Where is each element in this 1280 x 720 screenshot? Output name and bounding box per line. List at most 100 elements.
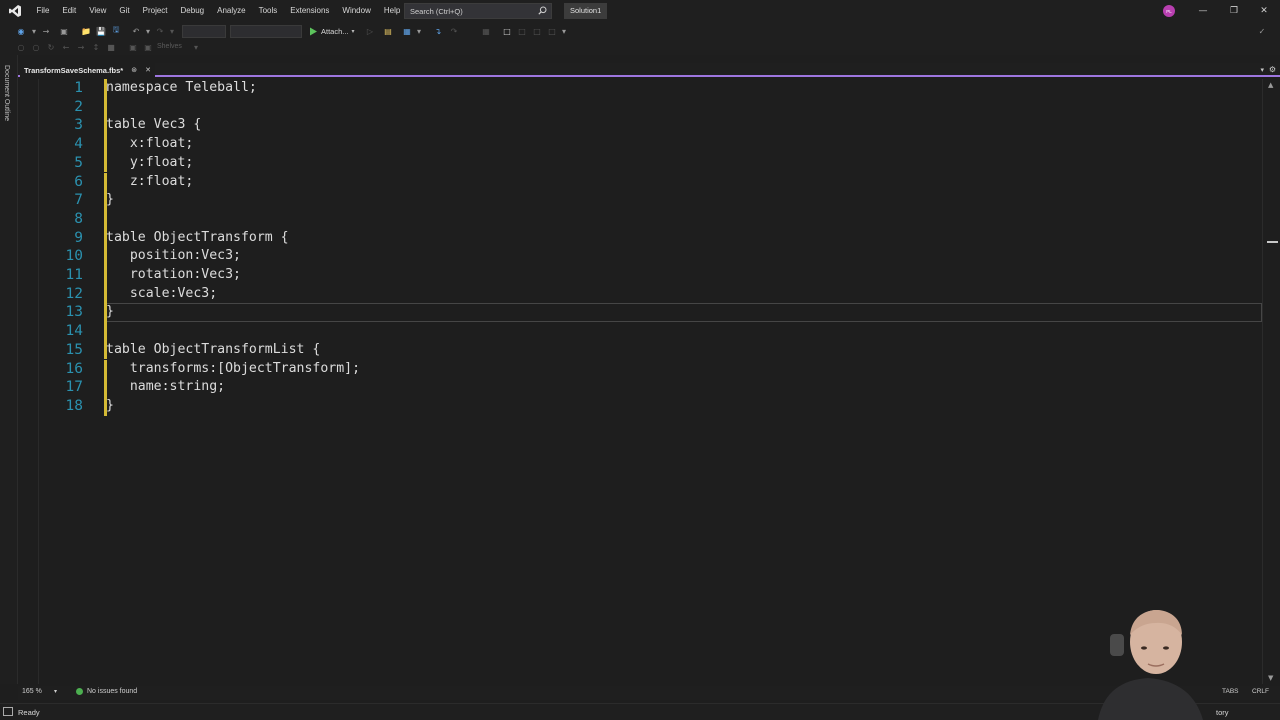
menu-item-git[interactable]: Git <box>113 0 136 22</box>
code-line[interactable]: 8 <box>18 209 1262 229</box>
step-into-icon[interactable]: ↴ <box>432 25 444 37</box>
play-icon <box>310 27 317 36</box>
redo-dropdown-icon[interactable]: ▾ <box>166 25 178 37</box>
save-icon[interactable]: 💾 <box>95 25 107 37</box>
redo-icon[interactable]: ↷ <box>154 25 166 37</box>
debug-tool-5-icon[interactable]: ↕ <box>90 41 102 53</box>
close-button[interactable]: ✕ <box>1256 3 1272 19</box>
debug-tool-2-icon[interactable]: ↻ <box>45 41 57 53</box>
debug-tool-3-icon[interactable]: ← <box>60 41 72 53</box>
tab-settings-icon[interactable]: ⚙ <box>1269 65 1276 74</box>
code-text: scale:Vec3; <box>106 285 218 301</box>
menu-item-file[interactable]: File <box>30 0 56 22</box>
code-line[interactable]: 3 table Vec3 { <box>18 116 1262 136</box>
code-line[interactable]: 7} <box>18 191 1262 210</box>
undo-icon[interactable]: ↶ <box>130 25 142 37</box>
configuration-select[interactable] <box>182 25 226 38</box>
code-line[interactable]: 11 rotation:Vec3; <box>18 266 1262 285</box>
maximize-button[interactable]: ❐ <box>1226 3 1242 19</box>
next-bookmark-icon[interactable]: □ <box>531 25 543 37</box>
code-line[interactable]: 2 <box>18 97 1262 117</box>
code-line[interactable]: 10 position:Vec3; <box>18 247 1262 266</box>
issues-label: No issues found <box>87 688 138 695</box>
toolbox-icon[interactable]: ▦ <box>401 25 413 37</box>
shelves-label[interactable]: Shelves <box>157 43 182 50</box>
document-outline-tab[interactable]: Document Outline <box>3 65 10 121</box>
code-line[interactable]: 15 table ObjectTransformList { <box>18 340 1262 360</box>
nav-forward-icon[interactable]: → <box>40 25 52 37</box>
breakpoint-icon[interactable]: ○ <box>15 41 27 53</box>
nav-back-icon[interactable]: ◉ <box>15 25 27 37</box>
open-folder-icon[interactable]: 📁 <box>80 25 92 37</box>
solution-explorer-icon[interactable]: ▤ <box>382 25 394 37</box>
step-out-icon[interactable]: ▦ <box>480 25 492 37</box>
step-over-icon[interactable]: ↷ <box>448 25 460 37</box>
secondary-toolbar: ○ ○ ↻ ← → ↕ ■ ▣ ▣ Shelves ▾ <box>0 40 1280 55</box>
code-line[interactable]: 6 z:float; <box>18 172 1262 192</box>
search-box[interactable]: Search (Ctrl+Q) <box>404 3 552 19</box>
code-line[interactable]: 4 x:float; <box>18 135 1262 154</box>
repository-label[interactable]: tory <box>1216 708 1229 717</box>
code-editor[interactable]: 1 namespace Teleball; 2 3 table Vec3 {4 x:fl… <box>18 79 1262 684</box>
close-tab-icon[interactable]: ✕ <box>145 66 151 74</box>
prev-bookmark-icon[interactable]: □ <box>516 25 528 37</box>
shelves-dropdown-icon[interactable]: ▾ <box>190 41 202 53</box>
undo-dropdown-icon[interactable]: ▾ <box>142 25 154 37</box>
code-line[interactable]: 16 transforms:[ObjectTransform]; <box>18 359 1262 379</box>
platform-select[interactable] <box>230 25 302 38</box>
menu-item-project[interactable]: Project <box>136 0 174 22</box>
output-window-icon[interactable] <box>3 707 13 716</box>
code-text: table ObjectTransform { <box>106 229 289 245</box>
toolbox-dropdown-icon[interactable]: ▾ <box>413 25 425 37</box>
minimize-button[interactable]: — <box>1195 3 1211 19</box>
scroll-up-icon[interactable]: ▲ <box>1268 81 1273 89</box>
unshelve-icon[interactable]: ▣ <box>142 41 154 53</box>
code-line[interactable]: 12 scale:Vec3; <box>18 284 1262 304</box>
code-line[interactable]: 9 table ObjectTransform { <box>18 228 1262 248</box>
code-text: z:float; <box>106 173 194 189</box>
menu-item-debug[interactable]: Debug <box>174 0 211 22</box>
code-line[interactable]: 14 <box>18 322 1262 341</box>
menu-item-view[interactable]: View <box>83 0 113 22</box>
debug-tool-1-icon[interactable]: ○ <box>30 41 42 53</box>
run-without-debug-icon[interactable]: ▷ <box>364 25 376 37</box>
code-line[interactable]: 13} <box>18 303 1262 323</box>
user-avatar[interactable]: PL <box>1163 5 1175 17</box>
document-tab[interactable]: TransformSaveSchema.fbs* ⊛ ✕ <box>20 63 155 77</box>
line-ending-mode[interactable]: CRLF <box>1252 688 1269 695</box>
attach-button[interactable]: Attach... ▾ <box>309 25 355 38</box>
clear-bookmarks-icon[interactable]: □ <box>546 25 558 37</box>
visual-studio-logo-icon <box>0 0 30 22</box>
vertical-scrollbar[interactable]: ▲ ▼ <box>1262 79 1280 684</box>
toolbar-overflow-icon[interactable]: ▾ <box>558 25 570 37</box>
scroll-down-icon[interactable]: ▼ <box>1268 674 1273 682</box>
menu-item-edit[interactable]: Edit <box>56 0 83 22</box>
menu-item-help[interactable]: Help <box>377 0 406 22</box>
nav-dropdown-icon[interactable]: ▾ <box>28 25 40 37</box>
tab-list-dropdown-icon[interactable]: ▾ <box>1260 66 1264 74</box>
line-number: 2 <box>74 98 83 115</box>
indent-mode[interactable]: TABS <box>1222 688 1239 695</box>
bookmark-icon[interactable]: □ <box>501 25 513 37</box>
new-project-icon[interactable]: ▣ <box>58 25 70 37</box>
menu-item-window[interactable]: Window <box>336 0 377 22</box>
menu-item-extensions[interactable]: Extensions <box>284 0 336 22</box>
menu-item-tools[interactable]: Tools <box>252 0 284 22</box>
code-line[interactable]: 1 namespace Teleball; <box>18 79 1262 98</box>
zoom-dropdown-icon[interactable]: ▾ <box>54 688 57 695</box>
code-line[interactable]: 18} <box>18 396 1262 416</box>
code-line[interactable]: 5 y:float; <box>18 153 1262 173</box>
shelve-icon[interactable]: ▣ <box>127 41 139 53</box>
issues-indicator[interactable]: No issues found <box>76 688 137 695</box>
live-share-icon[interactable]: ✓ <box>1256 25 1268 37</box>
solution-name[interactable]: Solution1 <box>564 3 608 19</box>
debug-tool-6-icon[interactable]: ■ <box>105 41 117 53</box>
line-number: 17 <box>65 379 83 396</box>
menu-item-analyze[interactable]: Analyze <box>211 0 252 22</box>
pin-icon[interactable]: ⊛ <box>131 66 137 74</box>
zoom-level[interactable]: 165 % <box>22 688 42 695</box>
code-line[interactable]: 17 name:string; <box>18 378 1262 397</box>
save-all-icon[interactable]: 🖫 <box>110 25 122 37</box>
debug-tool-4-icon[interactable]: → <box>75 41 87 53</box>
code-text: namespace Teleball; <box>106 80 257 95</box>
